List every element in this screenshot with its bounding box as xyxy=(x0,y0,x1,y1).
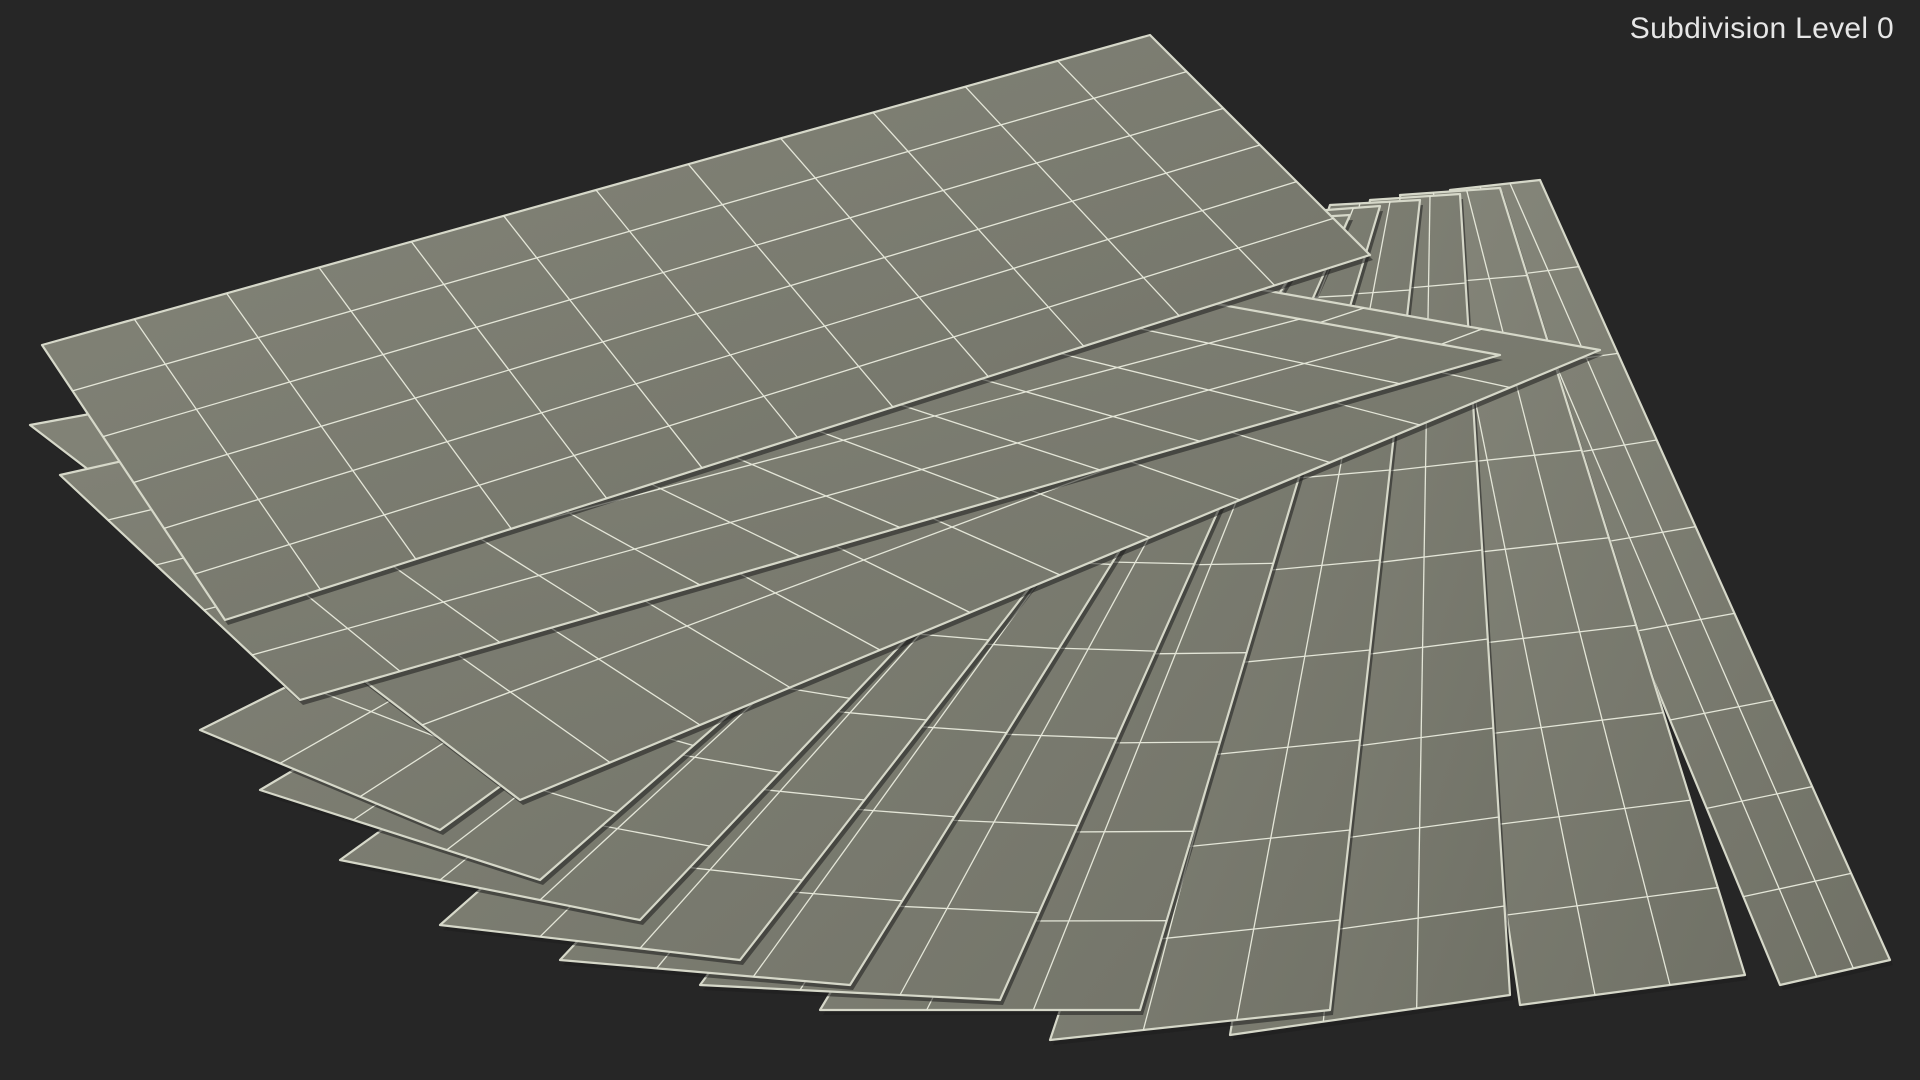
render-canvas xyxy=(28,33,1893,1045)
subdivision-level-label: Subdivision Level 0 xyxy=(1629,12,1894,45)
3d-viewport[interactable]: Subdivision Level 0 xyxy=(0,0,1920,1080)
